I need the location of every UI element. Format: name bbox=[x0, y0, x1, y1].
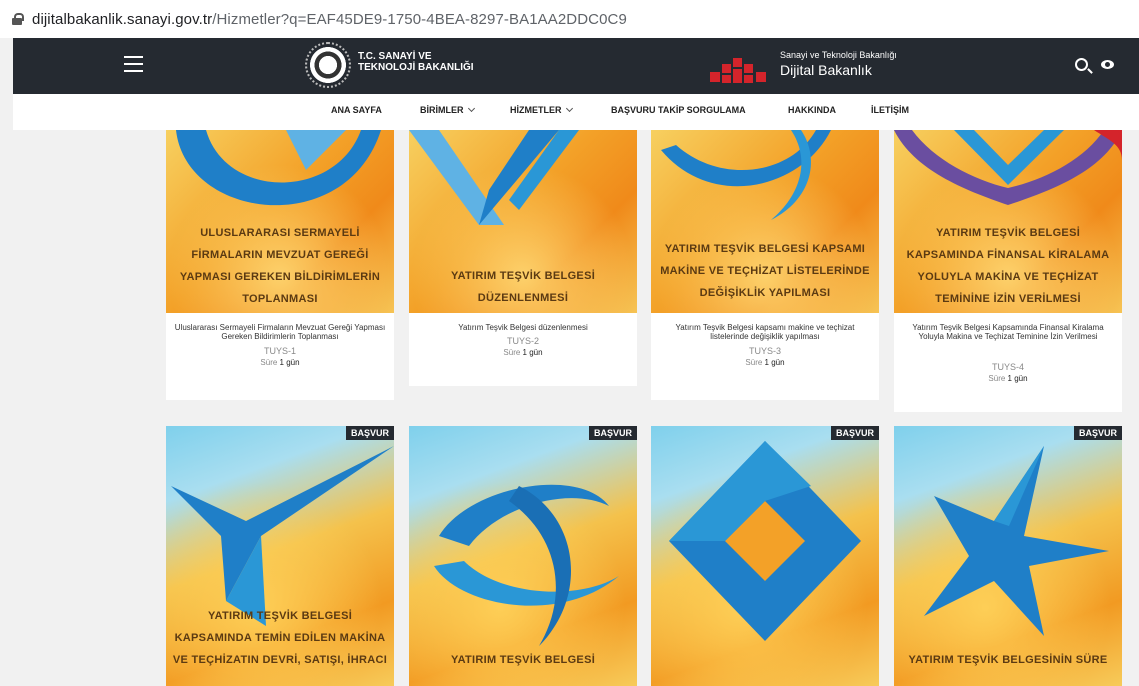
ministry-brand[interactable]: T.C. SANAYİ VE TEKNOLOJİ BAKANLIĞI bbox=[358, 51, 474, 73]
digital-ministry-logo bbox=[710, 58, 766, 83]
card-code: TUYS-2 bbox=[506, 336, 539, 346]
card-description: Yatırım Teşvik Belgesi Kapsamında Finans… bbox=[912, 323, 1104, 341]
service-card[interactable]: ULUSLARARASI SERMAYELİ FİRMALARIN MEVZUAT… bbox=[166, 130, 394, 400]
card-code: TUYS-3 bbox=[748, 346, 781, 356]
card-art-title: YATIRIM TEŞVİK BELGESİ KAPSAMINDA TEMİN E… bbox=[172, 610, 388, 666]
card-image: YATIRIM TEŞVİK BELGESİ bbox=[409, 426, 637, 686]
site-header: T.C. SANAYİ VE TEKNOLOJİ BAKANLIĞI Sanay… bbox=[13, 38, 1139, 94]
card-description: Yatırım Teşvik Belgesi kapsamı makine ve… bbox=[675, 323, 855, 341]
service-card[interactable]: YATIRIM TEŞVİK BELGESİNİN SÜRE BAŞVUR bbox=[894, 426, 1122, 686]
card-image bbox=[651, 426, 879, 686]
nav-birimler[interactable]: BİRİMLER bbox=[420, 104, 475, 115]
service-card[interactable]: YATIRIM TEŞVİK BELGESİ BAŞVUR bbox=[409, 426, 637, 686]
card-art-title: YATIRIM TEŞVİK BELGESİ KAPSAMINDA FİNANSA… bbox=[906, 227, 1110, 305]
nav-ana-sayfa[interactable]: ANA SAYFA bbox=[331, 105, 382, 115]
ministry-seal-logo[interactable] bbox=[305, 42, 351, 88]
search-icon[interactable] bbox=[1075, 58, 1088, 71]
card-code: TUYS-1 bbox=[263, 346, 296, 356]
card-image: YATIRIM TEŞVİK BELGESİNİN SÜRE bbox=[894, 426, 1122, 686]
service-card[interactable]: YATIRIM TEŞVİK BELGESİ KAPSAMI MAKİNE VE … bbox=[651, 130, 879, 400]
address-bar[interactable]: dijitalbakanlik.sanayi.gov.tr/Hizmetler?… bbox=[0, 0, 1139, 38]
apply-badge[interactable]: BAŞVUR bbox=[830, 426, 879, 440]
url-domain: dijitalbakanlik.sanayi.gov.tr bbox=[32, 10, 213, 28]
digital-ministry-brand[interactable]: Sanayi ve Teknoloji Bakanlığı Dijital Ba… bbox=[780, 50, 897, 78]
card-duration: Süre 1 gün bbox=[745, 358, 785, 367]
card-image: YATIRIM TEŞVİK BELGESİ KAPSAMINDA TEMİN E… bbox=[166, 426, 394, 686]
card-art-title: ULUSLARARASI SERMAYELİ FİRMALARIN MEVZUAT… bbox=[179, 227, 381, 305]
eye-icon[interactable] bbox=[1101, 60, 1114, 69]
apply-badge[interactable]: BAŞVUR bbox=[588, 426, 637, 440]
swirl-logo bbox=[434, 484, 619, 646]
card-code: TUYS-4 bbox=[991, 362, 1024, 372]
card-duration: Süre 1 gün bbox=[260, 358, 300, 367]
chevron-down-icon bbox=[467, 104, 475, 113]
square-diamond-logo bbox=[669, 441, 861, 641]
chevron-down-icon bbox=[565, 104, 573, 113]
card-duration: Süre 1 gün bbox=[503, 348, 543, 357]
url-path: /Hizmetler?q=EAF45DE9-1750-4BEA-8297-BA1… bbox=[212, 10, 627, 28]
card-image: YATIRIM TEŞVİK BELGESİ KAPSAMI MAKİNE VE … bbox=[651, 130, 879, 313]
star-logo bbox=[924, 446, 1109, 636]
nav-basvuru-takip[interactable]: BAŞVURU TAKİP SORGULAMA bbox=[611, 105, 746, 115]
url-text[interactable]: dijitalbakanlik.sanayi.gov.tr/Hizmetler?… bbox=[32, 11, 627, 28]
service-card[interactable]: YATIRIM TEŞVİK BELGESİ KAPSAMINDA FİNANSA… bbox=[894, 130, 1122, 412]
brand-right-line1: Sanayi ve Teknoloji Bakanlığı bbox=[780, 50, 897, 60]
card-duration: Süre 1 gün bbox=[988, 374, 1028, 383]
card-description: Uluslararası Sermayeli Firmaların Mevzua… bbox=[174, 323, 386, 341]
service-card[interactable]: YATIRIM TEŞVİK BELGESİ KAPSAMINDA TEMİN E… bbox=[166, 426, 394, 686]
card-image: YATIRIM TEŞVİK BELGESİ KAPSAMINDA FİNANSA… bbox=[894, 130, 1122, 313]
card-art-title: YATIRIM TEŞVİK BELGESİNİN SÜRE bbox=[908, 654, 1108, 666]
service-card[interactable]: YATIRIM TEŞVİK BELGESİ DÜZENLENMESİ Yatır… bbox=[409, 130, 637, 386]
apply-badge[interactable]: BAŞVUR bbox=[1073, 426, 1122, 440]
card-art-title: YATIRIM TEŞVİK BELGESİ DÜZENLENMESİ bbox=[450, 270, 596, 304]
brand-right-line2: Dijital Bakanlık bbox=[780, 62, 872, 78]
card-art-title: YATIRIM TEŞVİK BELGESİ bbox=[450, 654, 596, 666]
lock-icon bbox=[12, 13, 24, 25]
nav-hakkinda[interactable]: HAKKINDA bbox=[788, 105, 836, 115]
card-image: YATIRIM TEŞVİK BELGESİ DÜZENLENMESİ bbox=[409, 130, 637, 313]
brand-line2: TEKNOLOJİ BAKANLIĞI bbox=[358, 62, 474, 73]
card-description: Yatırım Teşvik Belgesi düzenlenmesi bbox=[458, 323, 588, 332]
main-nav: ANA SAYFA BİRİMLER HİZMETLER BAŞVURU TAK… bbox=[13, 94, 1139, 130]
card-art-title: YATIRIM TEŞVİK BELGESİ KAPSAMI MAKİNE VE … bbox=[660, 243, 870, 299]
service-card[interactable]: BAŞVUR bbox=[651, 426, 879, 686]
apply-badge[interactable]: BAŞVUR bbox=[345, 426, 394, 440]
brand-line1: T.C. SANAYİ VE bbox=[358, 51, 432, 62]
nav-iletisim[interactable]: İLETİŞİM bbox=[871, 105, 909, 115]
card-image: ULUSLARARASI SERMAYELİ FİRMALARIN MEVZUAT… bbox=[166, 130, 394, 313]
nav-hizmetler[interactable]: HİZMETLER bbox=[510, 104, 573, 115]
menu-icon[interactable] bbox=[124, 56, 143, 72]
